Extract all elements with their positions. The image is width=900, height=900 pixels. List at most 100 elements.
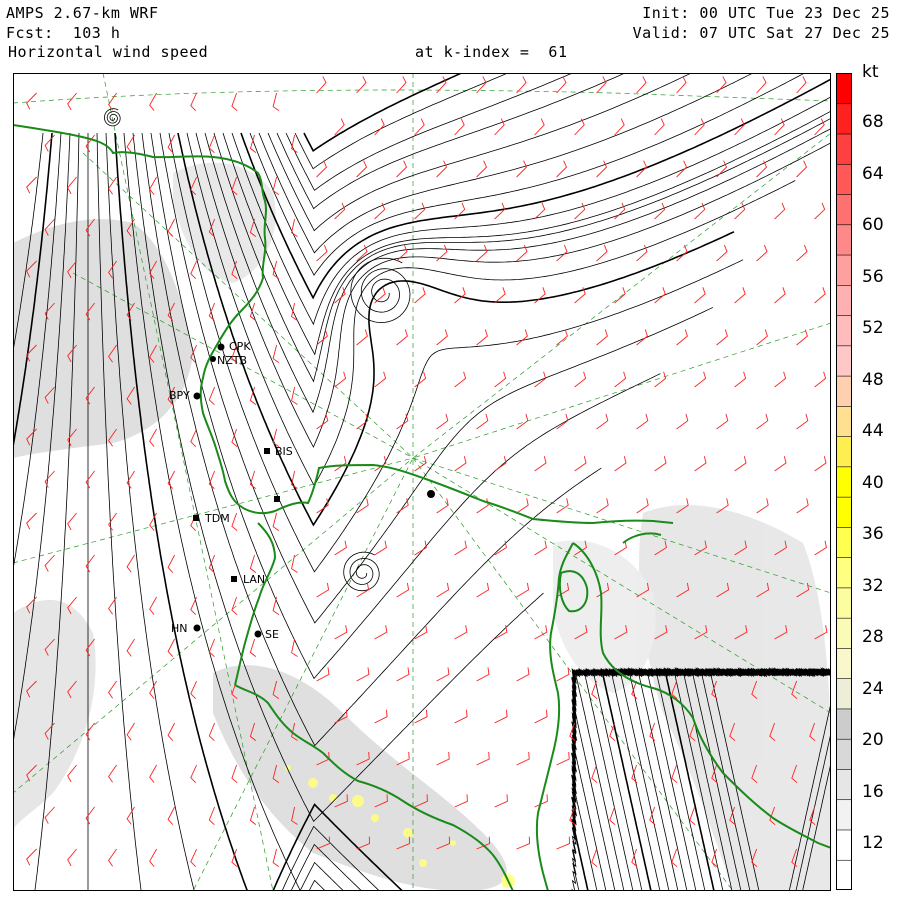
colorbar-segment [836,708,852,740]
wind-barb [291,134,298,153]
colorbar-tick-label: 48 [862,369,884,390]
wind-barb [534,540,547,556]
wind-barb [556,160,568,178]
wind-barb [476,329,488,346]
wind-barb [716,244,728,262]
wind-barb [108,848,117,867]
wind-barb [516,329,528,346]
wind-barb [374,709,388,724]
wind-barb [494,287,506,304]
wind-barb [614,456,627,472]
wind-barb [476,582,490,598]
wind-barb [374,202,386,220]
field-name: Horizontal wind speed [8,43,209,61]
wind-barb [85,554,95,573]
colorbar-segment [836,314,852,347]
wind-barb [454,794,468,808]
wind-barb [436,160,448,178]
wind-barb [614,287,626,304]
streamline [308,879,326,891]
streamline [267,73,693,232]
wind-barb [609,806,616,826]
wind-barb [249,554,257,574]
wind-barb [167,638,175,657]
wind-barb [167,722,175,741]
wind-barb [85,806,95,825]
colorbar-segment [836,556,852,589]
wind-barb [149,92,157,111]
wind-barb [272,512,280,531]
wind-barb [231,92,238,112]
wind-barb [67,512,77,531]
station-markers: CPK NZTB BPY BIS TDM LAN SE HN [169,340,435,641]
streamline [258,73,754,254]
wind-barb [694,456,707,472]
colorbar-segment [836,768,852,801]
wind-barb [534,456,547,472]
terrain-shading [13,162,831,891]
colorbar-segment [836,133,852,165]
colorbar-segment [836,496,852,528]
wind-barb [26,848,37,866]
wind-barb [291,386,298,405]
colorbar-segment [836,526,852,558]
colorbar-segment [836,345,852,377]
colorbar-tick-label: 56 [862,266,884,287]
wind-barb [534,625,548,640]
station-bis: BIS [264,445,293,458]
wind-barb [516,836,530,850]
wind-barb [454,371,467,388]
station-unlabeled-a [274,496,280,502]
wind-barb [814,287,826,304]
station-cpk: CPK [217,340,251,353]
level-index: at k-index = 61 [415,43,568,61]
wind-barb [316,582,330,598]
wind-barb [396,582,410,598]
wind-barb [694,287,706,304]
wind-barb [167,218,175,237]
streamline-eddy [343,551,380,592]
forecast-hour: Fcst: 103 h [6,24,121,42]
wind-barb [149,176,157,195]
wind-barb [454,540,467,556]
wind-barb [516,667,530,682]
wind-barb [356,329,368,346]
colorbar-segment [836,73,852,105]
wind-barb [796,160,808,178]
wind-barb [249,638,257,658]
wind-barb [436,76,447,94]
wind-barb [356,160,368,178]
wind-barb [556,413,569,430]
wind-barb [671,848,678,868]
streamline [195,132,831,448]
wind-barb [208,386,216,406]
colorbar-segment [836,859,852,890]
wind-barb [272,260,280,279]
wind-barb [108,176,117,195]
wind-barb [596,413,609,430]
colorbar-segment [836,102,852,135]
station-hn: HN [171,622,201,635]
wind-barb [734,371,747,388]
wind-barb [414,287,426,304]
wind-barb [108,680,117,699]
wind-barb [516,751,530,766]
wind-barb [734,456,747,472]
wind-barb [814,540,827,556]
wind-barb [316,329,328,346]
wind-barb [756,244,768,262]
svg-text:NZTB: NZTB [217,354,247,367]
wind-barb [149,596,157,615]
wind-barb [356,498,369,514]
colorbar-unit: kt [862,62,879,82]
wind-barb [334,625,348,640]
wind-barb [374,371,387,388]
wind-barb [396,160,408,178]
wind-barb [734,202,746,220]
wind-barb [454,118,465,136]
wind-barb [190,680,198,700]
wind-barb [208,470,216,490]
wind-barb [756,413,769,430]
wind-barb [814,456,827,472]
wind-barb [494,709,508,724]
